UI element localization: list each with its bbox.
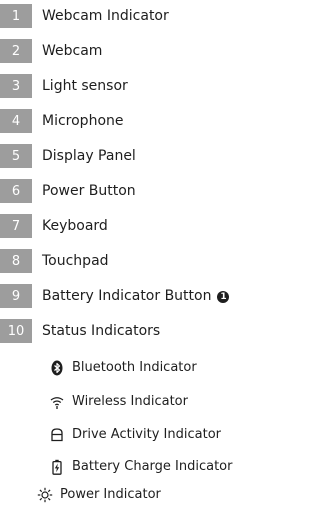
battery-charge-icon [52,459,62,475]
item-label: Microphone [42,113,124,129]
item-number-badge: 8 [0,249,32,273]
wireless-icon [50,397,64,409]
item-number-badge: 2 [0,39,32,63]
status-indicator-label: Bluetooth Indicator [72,360,197,375]
item-number-badge: 5 [0,144,32,168]
status-indicator-label: Drive Activity Indicator [72,427,221,442]
item-label: Webcam [42,43,103,59]
item-label: Touchpad [42,253,109,269]
item-label: Keyboard [42,218,108,234]
item-label: Light sensor [42,78,128,94]
status-indicator-label: Battery Charge Indicator [72,459,233,474]
bluetooth-icon [51,360,63,376]
item-label-container: Battery Indicator Button 1 [42,284,230,308]
drive-icon [51,428,63,442]
item-label: Status Indicators [42,323,161,339]
item-number-badge: 7 [0,214,32,238]
item-number-badge: 1 [0,4,32,28]
item-number-badge: 6 [0,179,32,203]
item-number-badge: 3 [0,74,32,98]
item-number-badge: 4 [0,109,32,133]
power-light-icon [37,487,53,503]
item-number-badge: 9 [0,284,32,308]
note-marker-icon: 1 [217,291,230,303]
status-indicator-label: Power Indicator [60,487,161,502]
status-indicator-label: Wireless Indicator [72,394,188,409]
item-number-badge: 10 [0,319,32,343]
item-label: Webcam Indicator [42,8,169,24]
item-label: Power Button [42,183,136,199]
item-label: Battery Indicator Button [42,288,212,304]
item-label: Display Panel [42,148,136,164]
